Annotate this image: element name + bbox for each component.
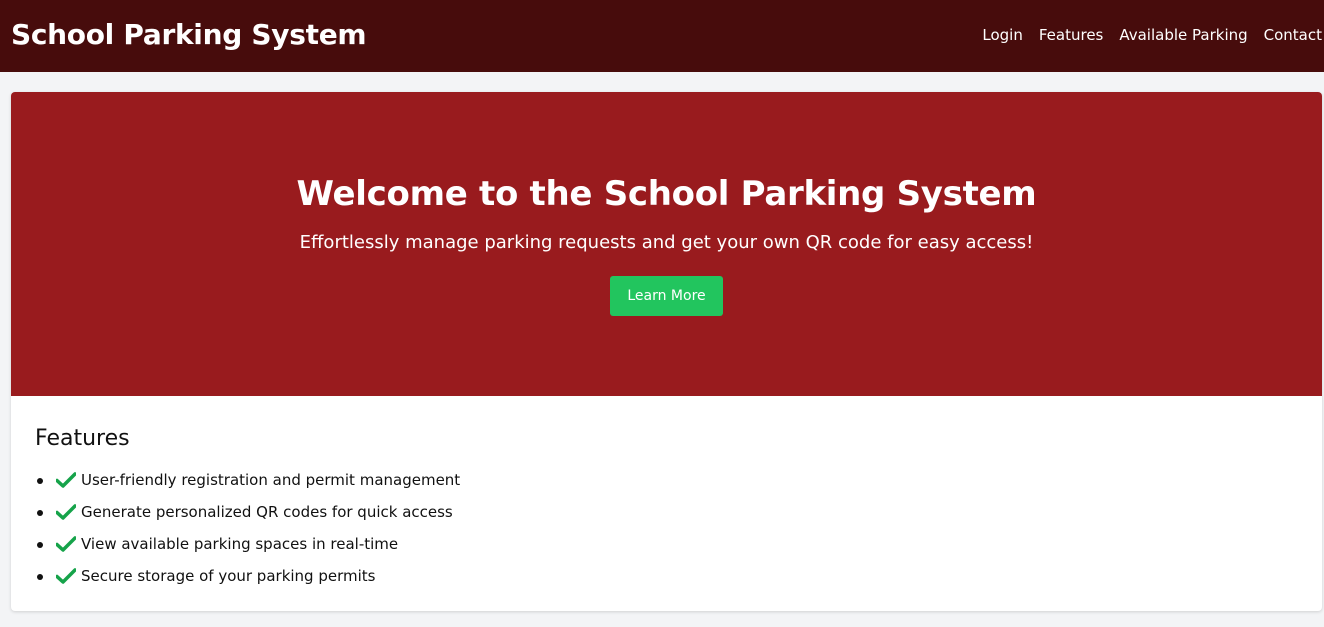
site-brand[interactable]: School Parking System — [11, 16, 367, 54]
main-nav: Login Features Available Parking Contact — [982, 24, 1322, 46]
bullet-icon — [37, 542, 43, 548]
bullet-icon — [37, 574, 43, 580]
nav-available-parking-link[interactable]: Available Parking — [1119, 24, 1247, 46]
nav-features-link[interactable]: Features — [1039, 24, 1104, 46]
check-icon — [56, 568, 76, 584]
check-icon — [56, 504, 76, 520]
hero-title: Welcome to the School Parking System — [296, 174, 1037, 214]
learn-more-button[interactable]: Learn More — [610, 276, 723, 316]
hero-subtitle: Effortlessly manage parking requests and… — [299, 232, 1034, 253]
nav-contact-link[interactable]: Contact — [1264, 24, 1322, 46]
bullet-icon — [37, 478, 43, 484]
feature-text: Generate personalized QR codes for quick… — [81, 503, 453, 521]
check-icon — [56, 472, 76, 488]
features-heading: Features — [35, 426, 130, 451]
nav-login-link[interactable]: Login — [982, 24, 1022, 46]
feature-text: Secure storage of your parking permits — [81, 567, 376, 585]
main-card: Welcome to the School Parking System Eff… — [11, 92, 1322, 611]
feature-text: User-friendly registration and permit ma… — [81, 471, 461, 489]
hero-banner: Welcome to the School Parking System Eff… — [11, 92, 1322, 396]
bullet-icon — [37, 510, 43, 516]
check-icon — [56, 536, 76, 552]
top-navbar: School Parking System Login Features Ava… — [0, 0, 1324, 72]
feature-text: View available parking spaces in real-ti… — [81, 535, 399, 553]
